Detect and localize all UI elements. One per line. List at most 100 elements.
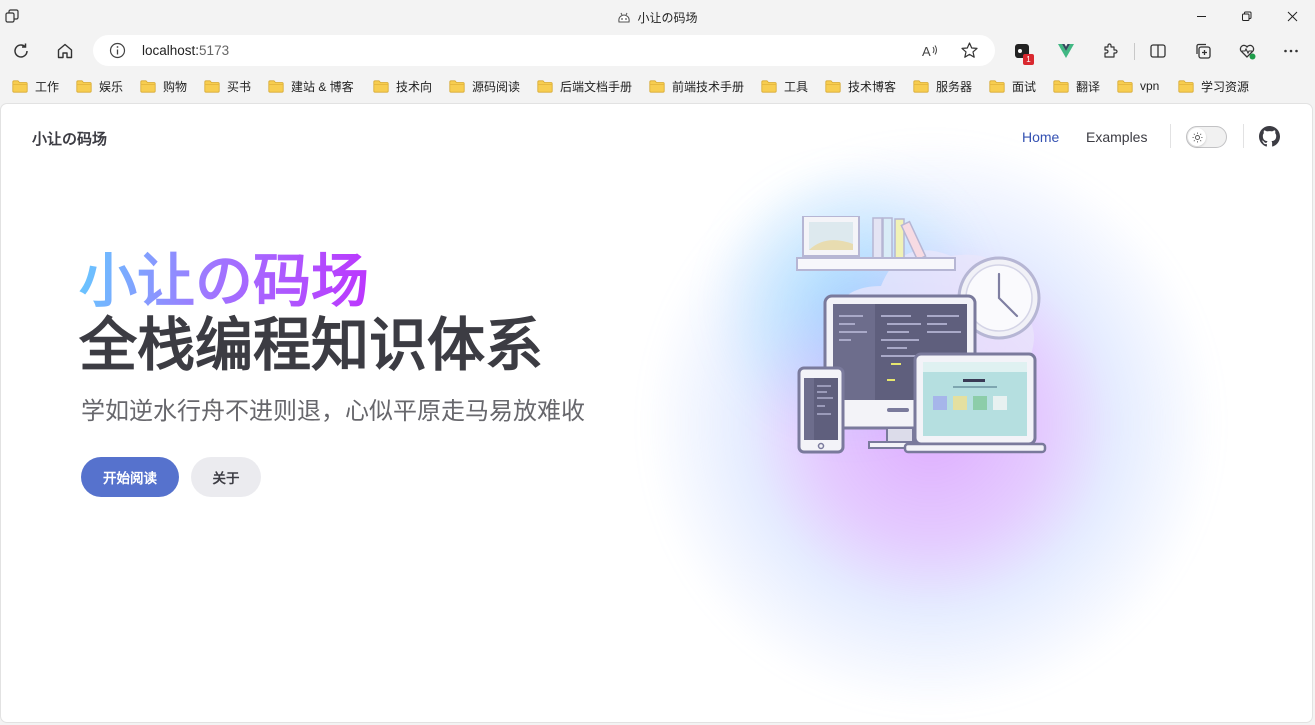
address-bar[interactable]: localhost:5173 A bbox=[93, 35, 995, 66]
bookmark-label: 服务器 bbox=[936, 79, 973, 94]
sun-icon bbox=[1191, 131, 1203, 143]
more-horizontal-icon bbox=[1284, 49, 1298, 53]
bookmark-label: 后端文档手册 bbox=[560, 79, 633, 94]
bookmark-folder[interactable]: 服务器 bbox=[913, 77, 972, 95]
bookmark-folder[interactable]: 翻译 bbox=[1053, 77, 1100, 95]
bookmark-label: 面试 bbox=[1012, 79, 1037, 94]
hero-text: 全栈编程知识体系 bbox=[79, 313, 544, 378]
extension-button-1[interactable]: 1 bbox=[1007, 36, 1037, 66]
split-screen-button[interactable] bbox=[1143, 36, 1173, 66]
site-favicon-icon bbox=[618, 12, 631, 23]
folder-icon bbox=[649, 79, 665, 93]
restore-button[interactable] bbox=[1223, 0, 1269, 33]
refresh-button[interactable] bbox=[6, 36, 36, 66]
mobile-phone bbox=[797, 366, 845, 454]
window-title-bar: 小让の码场 bbox=[0, 0, 1315, 33]
hero-name: 小让の码场 bbox=[79, 249, 370, 314]
folder-icon bbox=[913, 79, 929, 93]
window-title: 小让の码场 bbox=[0, 9, 1315, 26]
bookmark-folder[interactable]: 后端文档手册 bbox=[537, 77, 632, 95]
bookmark-folder[interactable]: 学习资源 bbox=[1178, 77, 1249, 95]
nav-divider bbox=[1170, 124, 1171, 148]
bookmark-label: 技术向 bbox=[396, 79, 433, 94]
bookmark-label: 建站 & 博客 bbox=[291, 79, 354, 94]
bookmark-label: 娱乐 bbox=[99, 79, 124, 94]
url-text[interactable]: localhost:5173 bbox=[142, 43, 229, 58]
url-port: 5173 bbox=[199, 43, 230, 58]
bookmark-folder[interactable]: 技术博客 bbox=[825, 77, 896, 95]
svg-text:A: A bbox=[922, 44, 931, 59]
folder-icon bbox=[204, 79, 220, 93]
folder-icon bbox=[825, 79, 841, 93]
minimize-icon bbox=[1196, 16, 1206, 17]
bookmark-folder[interactable]: 工具 bbox=[761, 77, 808, 95]
hero-illustration bbox=[796, 216, 1047, 454]
home-button[interactable] bbox=[50, 36, 80, 66]
folder-icon bbox=[373, 79, 389, 93]
bookmark-folder[interactable]: 工作 bbox=[12, 77, 59, 95]
bookmark-folder[interactable]: 面试 bbox=[989, 77, 1036, 95]
hero-tagline: 学如逆水行舟不进则退，心似平原走马易放难收 bbox=[81, 398, 585, 425]
appearance-toggle[interactable] bbox=[1186, 126, 1227, 148]
vue-devtools-button[interactable] bbox=[1051, 36, 1081, 66]
browser-toolbar: localhost:5173 A 1 bbox=[0, 33, 1315, 69]
restore-icon bbox=[1241, 11, 1251, 21]
collections-button[interactable] bbox=[1188, 36, 1218, 66]
appearance-toggle-knob bbox=[1188, 128, 1206, 146]
collections-icon bbox=[1196, 43, 1211, 59]
folder-icon bbox=[12, 79, 28, 93]
puzzle-icon bbox=[1104, 43, 1118, 58]
bookmark-label: 源码阅读 bbox=[472, 79, 521, 94]
bookmark-folder[interactable]: 前端技术手册 bbox=[649, 77, 744, 95]
window-title-text: 小让の码场 bbox=[637, 11, 698, 25]
site-info-icon[interactable] bbox=[109, 42, 126, 59]
toolbar-divider bbox=[1134, 43, 1135, 60]
url-host: localhost: bbox=[142, 43, 200, 58]
laptop bbox=[903, 352, 1047, 454]
page-viewport: 小让の码场 Home Examples 小让の码场 全栈编程知识体系 学如逆水行… bbox=[0, 103, 1313, 723]
bookmark-label: vpn bbox=[1140, 79, 1160, 93]
bookmark-label: 工作 bbox=[35, 79, 60, 94]
folder-icon bbox=[140, 79, 156, 93]
split-screen-icon bbox=[1150, 44, 1166, 58]
folder-icon bbox=[1178, 79, 1194, 93]
bookmark-folder[interactable]: vpn bbox=[1117, 77, 1159, 95]
about-button[interactable]: 关于 bbox=[191, 457, 261, 497]
folder-icon bbox=[537, 79, 553, 93]
extensions-button[interactable] bbox=[1095, 36, 1125, 66]
bookmark-label: 学习资源 bbox=[1201, 79, 1250, 94]
settings-more-button[interactable] bbox=[1276, 36, 1306, 66]
bookmark-folder[interactable]: 源码阅读 bbox=[449, 77, 520, 95]
folder-icon bbox=[76, 79, 92, 93]
nav-link-examples[interactable]: Examples bbox=[1086, 129, 1147, 145]
folder-icon bbox=[1053, 79, 1069, 93]
bookmark-folder[interactable]: 建站 & 博客 bbox=[268, 77, 354, 95]
refresh-icon bbox=[14, 43, 28, 58]
nav-link-home[interactable]: Home bbox=[1022, 129, 1059, 145]
folder-icon bbox=[989, 79, 1005, 93]
bookmark-folder[interactable]: 技术向 bbox=[373, 77, 432, 95]
vue-logo-icon bbox=[1058, 44, 1074, 58]
github-icon[interactable] bbox=[1259, 126, 1280, 147]
minimize-button[interactable] bbox=[1178, 0, 1224, 33]
bookmark-label: 技术博客 bbox=[848, 79, 897, 94]
favorite-star-icon[interactable] bbox=[960, 41, 979, 60]
bookmark-folder[interactable]: 娱乐 bbox=[76, 77, 123, 95]
bookmark-folder[interactable]: 买书 bbox=[204, 77, 251, 95]
nav-divider-social bbox=[1243, 124, 1244, 148]
bookmark-label: 翻译 bbox=[1076, 79, 1101, 94]
bookmark-label: 工具 bbox=[784, 79, 809, 94]
picture-frame bbox=[802, 216, 860, 257]
close-window-button[interactable] bbox=[1269, 0, 1315, 33]
read-aloud-icon[interactable]: A bbox=[921, 42, 939, 60]
folder-icon bbox=[761, 79, 777, 93]
extension-badge: 1 bbox=[1023, 54, 1034, 65]
bookmark-label: 购物 bbox=[163, 79, 188, 94]
start-reading-button[interactable]: 开始阅读 bbox=[81, 457, 179, 497]
site-title[interactable]: 小让の码场 bbox=[32, 128, 107, 149]
bookmark-folder[interactable]: 购物 bbox=[140, 77, 187, 95]
bookmark-label: 前端技术手册 bbox=[672, 79, 745, 94]
bookmarks-bar: 工作 娱乐 购物 买书 建站 & 博客 技术向 源码阅读 后端文档手册 前端技术手册 工具 技术博客… bbox=[0, 72, 1315, 100]
home-icon bbox=[57, 43, 73, 59]
browser-essentials-button[interactable] bbox=[1232, 36, 1262, 66]
